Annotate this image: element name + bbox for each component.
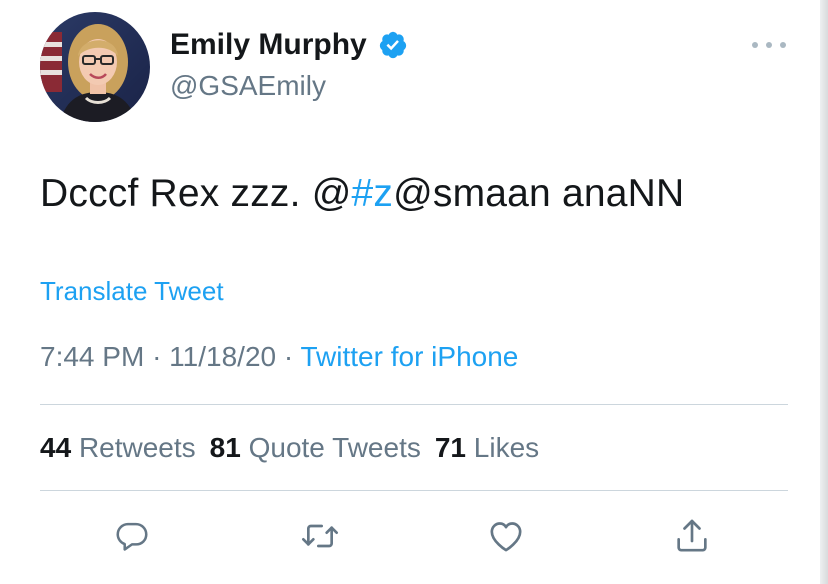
tweet-source-link[interactable]: Twitter for iPhone [300,341,518,372]
more-options-button[interactable] [752,30,786,60]
tweet-time: 7:44 PM [40,341,145,372]
tweet-text-start: Dcccf Rex zzz. @ [40,172,352,215]
avatar[interactable] [40,12,150,122]
retweets-count: 44 [40,432,72,463]
likes-stat[interactable]: 71 Likes [435,432,539,463]
avatar-image [40,12,150,122]
quote-tweets-stat[interactable]: 81 Quote Tweets [210,432,421,463]
tweet-text: Dcccf Rex zzz. @#z@smaan anaNN [40,172,684,216]
tweet-stats: 44 Retweets 81 Quote Tweets 71 Likes [40,432,539,464]
share-icon [677,519,707,552]
reply-icon [116,522,148,551]
quote-tweets-count: 81 [209,432,241,463]
author-handle[interactable]: @GSAEmily [170,70,326,102]
divider [40,490,788,491]
retweets-stat[interactable]: 44 Retweets [40,432,196,463]
likes-count: 71 [434,432,467,463]
translate-tweet-link[interactable]: Translate Tweet [40,276,224,307]
retweet-button[interactable] [300,516,340,556]
heart-icon [490,522,522,552]
more-dot-icon [752,42,758,48]
tweet-text-end: @smaan anaNN [393,172,685,215]
screen-edge [820,0,828,584]
retweet-icon [302,524,338,548]
quote-tweets-label: Quote Tweets [248,432,421,463]
verified-badge-icon [378,30,408,60]
retweets-label: Retweets [78,432,196,463]
tweet-meta: 7:44 PM · 11/18/20 · Twitter for iPhone [40,341,518,373]
hashtag-link[interactable]: #z [352,172,394,215]
tweet-date: 11/18/20 [169,341,277,372]
more-dot-icon [766,42,772,48]
meta-separator: · [152,341,162,372]
likes-label: Likes [473,432,540,463]
divider [40,404,788,405]
reply-button[interactable] [112,516,152,556]
share-button[interactable] [672,516,712,556]
more-dot-icon [780,42,786,48]
meta-separator: · [283,341,294,372]
author-name[interactable]: Emily Murphy [170,28,367,62]
like-button[interactable] [486,516,526,556]
